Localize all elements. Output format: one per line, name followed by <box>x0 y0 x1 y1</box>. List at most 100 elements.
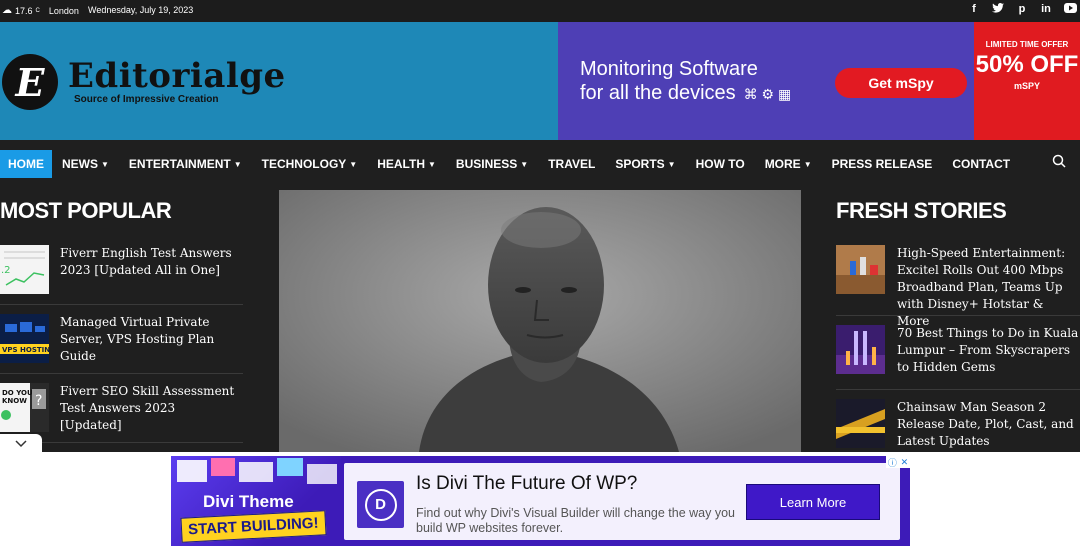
fresh-stories-list: High-Speed Entertainment: Excitel Rolls … <box>836 236 1080 470</box>
most-popular-title: MOST POPULAR <box>0 198 172 223</box>
linkedin-icon[interactable]: in <box>1040 3 1052 16</box>
featured-hero-image[interactable] <box>279 190 801 452</box>
nav-label: SPORTS <box>615 157 665 171</box>
nav-contact[interactable]: CONTACT <box>942 150 1020 178</box>
nav-home[interactable]: HOME <box>0 150 52 178</box>
nav-label: TECHNOLOGY <box>261 157 347 171</box>
svg-text:VPS HOSTING: VPS HOSTING <box>2 346 49 354</box>
current-date: Wednesday, July 19, 2023 <box>88 5 194 15</box>
facebook-icon[interactable]: f <box>968 3 980 16</box>
nav-label: TRAVEL <box>548 157 596 171</box>
ad-offer-box[interactable]: LIMITED TIME OFFER 50% OFF mSPY <box>974 22 1080 140</box>
nav-label: NEWS <box>62 157 98 171</box>
divi-logo-letter: D <box>364 488 397 521</box>
collapse-ad-button[interactable] <box>0 434 42 454</box>
ad-line-1: Monitoring Software <box>580 58 758 80</box>
nav-label: ENTERTAINMENT <box>128 157 231 171</box>
list-item[interactable]: 70 Best Things to Do in Kuala Lumpur – F… <box>836 316 1080 390</box>
nav-news[interactable]: NEWS ▼ <box>52 150 119 178</box>
chevron-down-icon: ▼ <box>349 159 358 169</box>
nav-label: MORE <box>764 157 801 171</box>
offer-value: 50% OFF <box>975 51 1079 78</box>
svg-text:DO YOU: DO YOU <box>2 389 33 397</box>
start-building-label: START BUILDING! <box>180 510 327 543</box>
youtube-icon[interactable] <box>1064 3 1077 16</box>
mspy-ad-banner[interactable]: Monitoring Software for all the devices … <box>558 22 974 140</box>
weather-temp: 17.6 <box>15 5 33 16</box>
svg-text:.2: .2 <box>1 265 11 276</box>
article-thumbnail <box>836 245 885 294</box>
ad-choices[interactable]: ⓘ ✕ <box>886 456 910 468</box>
nav-health[interactable]: HEALTH ▼ <box>367 150 446 178</box>
nav-travel[interactable]: TRAVEL <box>538 150 605 178</box>
article-thumbnail: .2 <box>0 245 49 294</box>
article-thumbnail: DO YOU KNOW ? <box>0 383 49 432</box>
divi-subtext: Find out why Divi's Visual Builder will … <box>416 506 735 535</box>
svg-text:KNOW: KNOW <box>2 397 27 405</box>
article-title[interactable]: Fiverr SEO Skill Assessment Test Answers… <box>60 383 240 434</box>
article-title[interactable]: Managed Virtual Private Server, VPS Host… <box>60 314 240 365</box>
chevron-down-icon: ▼ <box>101 159 109 169</box>
nav-label: CONTACT <box>952 157 1011 171</box>
offer-label: LIMITED TIME OFFER <box>985 40 1069 49</box>
divi-theme-label: Divi Theme <box>203 492 294 511</box>
divi-ad-card: D Is Divi The Future Of WP? Find out why… <box>344 463 900 540</box>
list-item[interactable]: DO YOU KNOW ? Fiverr SEO Skill Assessmen… <box>0 374 243 443</box>
chevron-down-icon <box>15 440 27 448</box>
ad-line-2: for all the devices <box>580 82 736 104</box>
nav-entertainment[interactable]: ENTERTAINMENT ▼ <box>119 150 252 178</box>
weather-unit: C <box>35 7 40 14</box>
article-thumbnail <box>836 399 885 448</box>
list-item[interactable]: VPS HOSTING Managed Virtual Private Serv… <box>0 305 243 374</box>
platform-icons: ⌘ ⚙ ▦ <box>743 86 792 102</box>
nav-press-release[interactable]: PRESS RELEASE <box>822 150 943 178</box>
cloud-icon: ☁ <box>2 5 12 16</box>
search-icon[interactable] <box>1052 154 1066 168</box>
list-item[interactable]: High-Speed Entertainment: Excitel Rolls … <box>836 236 1080 328</box>
list-item[interactable]: .2 Fiverr English Test Answers 2023 [Upd… <box>0 236 243 305</box>
nav-label: HEALTH <box>377 157 425 171</box>
article-title[interactable]: Fiverr English Test Answers 2023 [Update… <box>60 245 240 279</box>
info-icon[interactable]: ⓘ <box>888 456 897 469</box>
chevron-down-icon: ▼ <box>667 159 676 169</box>
divi-logo: D <box>357 481 404 528</box>
weather-city: London <box>48 5 79 16</box>
offer-brand: mSPY <box>1013 81 1040 91</box>
nav-more[interactable]: MORE ▼ <box>755 150 822 178</box>
main-nav: HOME NEWS ▼ ENTERTAINMENT ▼ TECHNOLOGY ▼ HE… <box>0 140 1080 188</box>
nav-technology[interactable]: TECHNOLOGY ▼ <box>252 150 368 178</box>
most-popular-list: .2 Fiverr English Test Answers 2023 [Upd… <box>0 236 243 443</box>
fresh-stories-title: FRESH STORIES <box>836 198 1007 223</box>
article-thumbnail <box>836 325 885 374</box>
article-title[interactable]: 70 Best Things to Do in Kuala Lumpur – F… <box>897 325 1079 376</box>
divi-ad-graphic <box>177 458 337 484</box>
chevron-down-icon: ▼ <box>428 159 436 169</box>
chevron-down-icon: ▼ <box>233 159 242 169</box>
close-icon[interactable]: ✕ <box>901 457 909 468</box>
get-mspy-button[interactable]: Get mSpy <box>835 68 967 98</box>
divi-ad[interactable]: Divi Theme START BUILDING! D Is Divi The… <box>171 456 910 546</box>
nav-business[interactable]: BUSINESS ▼ <box>446 150 538 178</box>
weather-widget: ☁ 17.6 C London <box>2 5 79 16</box>
svg-text:?: ? <box>35 393 42 409</box>
nav-how-to[interactable]: HOW TO <box>686 150 755 178</box>
divi-ad-art: Divi Theme START BUILDING! <box>171 456 341 546</box>
chevron-down-icon: ▼ <box>803 159 812 169</box>
nav-label: HOME <box>8 157 44 171</box>
divi-headline: Is Divi The Future Of WP? <box>416 473 638 494</box>
site-logo[interactable]: E Editorialge Source of Impressive Creat… <box>2 54 286 110</box>
twitter-icon[interactable] <box>992 3 1004 16</box>
nav-sports[interactable]: SPORTS ▼ <box>605 150 685 178</box>
logo-mark: E <box>2 54 58 110</box>
social-links: f p in <box>968 3 1077 16</box>
nav-label: HOW TO <box>695 157 745 171</box>
learn-more-button[interactable]: Learn More <box>746 484 880 520</box>
pinterest-icon[interactable]: p <box>1016 3 1028 16</box>
logo-title: Editorialge <box>68 56 286 96</box>
chevron-down-icon: ▼ <box>520 159 529 169</box>
portrait-illustration <box>279 190 801 452</box>
article-thumbnail: VPS HOSTING <box>0 314 49 363</box>
article-title[interactable]: Chainsaw Man Season 2 Release Date, Plot… <box>897 399 1079 450</box>
top-bar: ☁ 17.6 C London Wednesday, July 19, 2023… <box>0 0 1080 22</box>
nav-label: PRESS RELEASE <box>831 157 933 171</box>
